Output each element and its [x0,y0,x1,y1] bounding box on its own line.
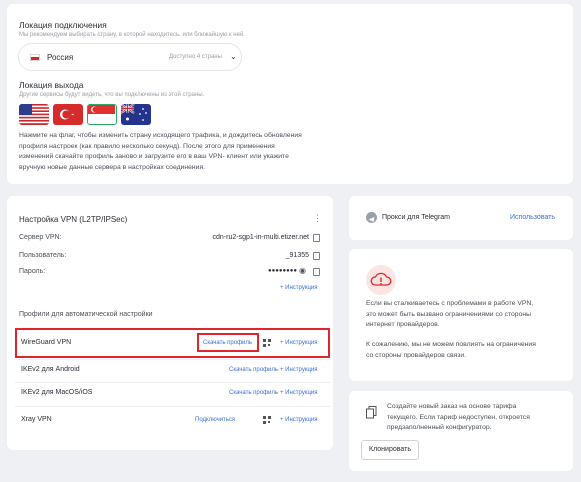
server-value: cdn-ru2-sgp1-in-multi.etizer.net [212,234,310,241]
user-value: _91355 [285,252,309,259]
telegram-proxy-label: Прокси для Telegram [382,214,451,221]
clone-order-description: Создайте новый заказ на основе тарифа те… [387,403,530,431]
download-profile-ikev2-macos[interactable]: Скачать профиль [229,390,278,396]
server-label: Сервер VPN: [19,234,62,241]
turkey-flag-icon[interactable] [53,104,83,125]
connect-xray[interactable]: Подключиться [195,417,235,423]
eye-icon[interactable]: ◉ [299,266,306,275]
password-label: Пароль: [19,268,46,275]
user-label: Пользователь: [19,252,67,259]
clone-button[interactable]: Клонировать [361,440,419,460]
exit-location-title: Локация выхода [19,80,84,90]
divider [15,359,330,360]
usa-flag-icon[interactable] [19,104,49,125]
singapore-flag-icon[interactable] [87,104,117,125]
copy-server-icon[interactable] [313,234,320,242]
copy-password-icon[interactable] [313,268,320,276]
instruction-xray[interactable]: + Инструкция [280,417,317,423]
clone-order-card: Создайте новый заказ на основе тарифа те… [349,391,573,471]
problem-paragraph-2: К сожалению, мы не можем повлиять на огр… [366,341,536,359]
password-value: ●●●●●●●● [268,268,297,274]
instruction-ikev2-macos[interactable]: + Инструкция [280,390,317,396]
country-select[interactable]: Россия Доступно 4 страны ⌄ [18,43,242,71]
download-highlight-box [197,333,259,352]
profile-name-ikev2-macos: IKEv2 для MacOS/iOS [21,389,93,396]
australia-flag-icon[interactable] [121,104,151,125]
instruction-ikev2-android[interactable]: + Инструкция [280,367,317,373]
exit-location-description: Нажмите на флаг, чтобы изменить страну и… [19,132,302,171]
chevron-down-icon: ⌄ [230,52,237,61]
vpn-problem-card: Если вы сталкиваетесь с проблемами в раб… [349,249,573,381]
more-options-icon[interactable]: ⋮ [313,213,322,224]
wireguard-highlight-box [15,328,330,358]
profile-name-ikev2-android: IKEv2 для Android [21,366,80,373]
profiles-title: Профили для автоматической настройки [19,311,153,318]
location-card: Локация подключения Мы рекомендуем выбир… [7,4,573,184]
country-name: Россия [47,53,74,62]
copy-user-icon[interactable] [313,252,320,260]
connection-location-title: Локация подключения [19,20,107,30]
divider [15,382,330,383]
russia-flag-icon [30,54,40,61]
vpn-instruction-link[interactable]: + Инструкция [280,285,317,291]
exit-location-subtitle: Другие сервисы будут видеть, что вы подк… [19,92,205,98]
problem-paragraph-1: Если вы сталкиваетесь с проблемами в раб… [366,300,534,328]
connection-location-subtitle: Мы рекомендуем выбирать страну, в которо… [19,32,245,38]
qr-code-icon[interactable] [263,416,271,424]
copy-document-icon [366,406,377,419]
use-telegram-proxy-link[interactable]: Использовать [510,214,555,221]
profile-name-xray: Xray VPN [21,416,52,423]
vpn-settings-title: Настройка VPN (L2TP/IPSec) [19,215,128,224]
download-profile-ikev2-android[interactable]: Скачать профиль [229,367,278,373]
warning-icon [366,265,396,295]
vpn-settings-card: Настройка VPN (L2TP/IPSec) ⋮ Сервер VPN:… [7,196,333,450]
divider [15,406,330,407]
telegram-proxy-card: Прокси для Telegram Использовать [349,196,573,240]
telegram-icon [366,212,377,223]
country-available-count: Доступно 4 страны [169,54,222,60]
